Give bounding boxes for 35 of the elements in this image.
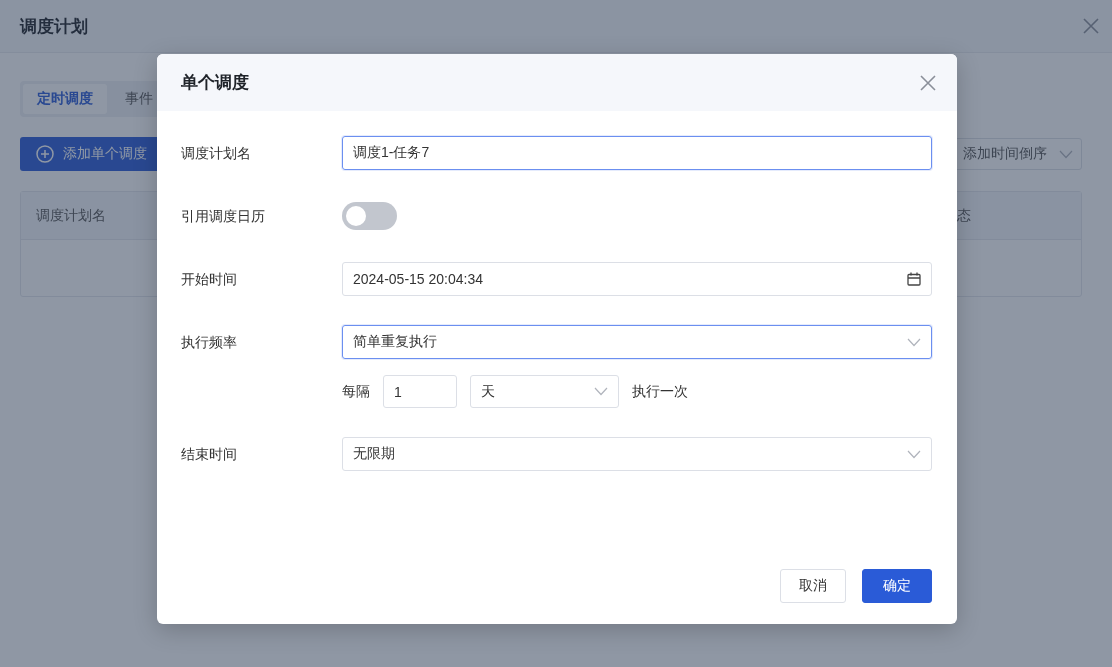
- chevron-down-icon: [594, 387, 608, 396]
- interval-suffix: 执行一次: [632, 382, 688, 401]
- field-label: 调度计划名: [181, 144, 252, 163]
- field-label: 结束时间: [181, 445, 238, 464]
- select-field[interactable]: 简单重复执行: [342, 325, 932, 359]
- field-value: 1: [394, 383, 402, 400]
- calendar-icon: [907, 272, 921, 286]
- field-label: 开始时间: [181, 270, 238, 289]
- field-label: 引用调度日历: [181, 207, 266, 226]
- close-icon[interactable]: [1082, 17, 1100, 35]
- chevron-down-icon: [907, 337, 921, 347]
- unit-select[interactable]: 天: [470, 375, 619, 408]
- input-field[interactable]: 2024-05-15 20:04:34: [342, 262, 932, 296]
- chevron-down-icon: [1059, 149, 1073, 159]
- field-label: 执行频率: [181, 333, 238, 352]
- field-value: 调度1-任务7: [353, 144, 430, 162]
- cancel-button[interactable]: 取消: [780, 569, 846, 603]
- toggle-switch[interactable]: [342, 202, 397, 230]
- confirm-button[interactable]: 确定: [862, 569, 932, 603]
- page-title: 调度计划: [20, 15, 88, 38]
- sort-value: 添加时间倒序: [963, 145, 1047, 163]
- interval-prefix: 每隔: [342, 382, 370, 401]
- input-field[interactable]: 调度1-任务7: [342, 136, 932, 170]
- close-icon[interactable]: [919, 73, 937, 92]
- column-header: 调度计划名: [36, 206, 106, 225]
- chevron-down-icon: [907, 449, 921, 459]
- select-field[interactable]: 无限期: [342, 437, 932, 471]
- column-header: 态: [957, 206, 971, 225]
- plus-circle-icon: [36, 145, 54, 163]
- dialog-title: 单个调度: [181, 72, 249, 94]
- field-value: 天: [481, 382, 495, 401]
- interval-input[interactable]: 1: [383, 375, 457, 408]
- field-value: 2024-05-15 20:04:34: [353, 271, 483, 287]
- field-value: 简单重复执行: [353, 333, 437, 351]
- field-value: 无限期: [353, 445, 395, 463]
